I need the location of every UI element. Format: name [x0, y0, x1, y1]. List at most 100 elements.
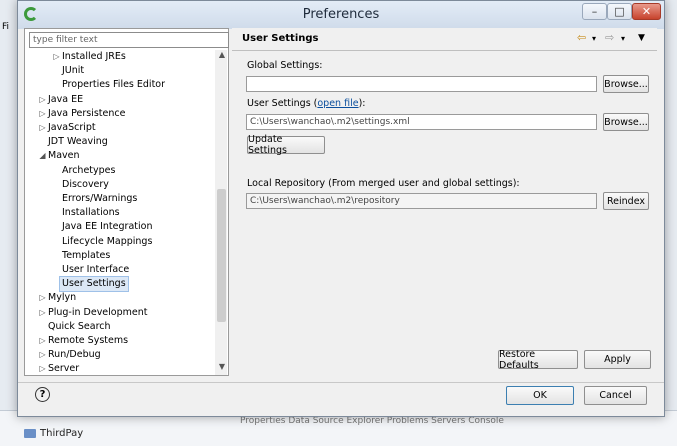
update-settings-button[interactable]: Update Settings — [247, 134, 325, 156]
close-button[interactable]: ✕ — [632, 3, 661, 20]
background-ide-right-strip — [663, 0, 677, 445]
expand-toggle-icon[interactable]: ▷ — [37, 93, 48, 107]
tree-item[interactable]: ▷ Run/Debug — [37, 348, 101, 362]
global-settings-field[interactable] — [246, 76, 597, 92]
tree-item[interactable]: ▷ Mylyn — [37, 291, 76, 305]
tree-item-label: Java EE — [48, 93, 84, 105]
title-bar: Preferences – □ ✕ — [18, 1, 664, 29]
tree-item[interactable]: ▷ JavaScript — [37, 121, 96, 135]
scroll-down-arrow-icon[interactable]: ▼ — [217, 362, 227, 371]
user-settings-field[interactable]: C:\Users\wanchao\.m2\settings.xml — [246, 114, 597, 130]
expand-toggle-icon[interactable]: ▷ — [37, 107, 48, 121]
view-menu-icon[interactable]: ▼ — [638, 33, 645, 43]
background-menu-letter: Fi — [2, 22, 10, 32]
tree-item-label: JUnit — [62, 65, 85, 77]
tree-item-label: Properties Files Editor — [62, 79, 166, 91]
tree-item[interactable]: User Interface — [51, 263, 129, 277]
expand-toggle-icon[interactable]: ▷ — [37, 121, 48, 135]
tree-scrollbar[interactable]: ▲ ▼ — [215, 50, 227, 375]
expand-toggle-icon[interactable]: ▷ — [37, 291, 48, 305]
forward-arrow-icon[interactable]: ⇨ — [605, 31, 614, 44]
tree-item[interactable]: ▷ Server — [37, 362, 79, 376]
folder-icon — [24, 429, 36, 438]
back-arrow-icon[interactable]: ⇦ — [577, 31, 586, 44]
user-settings-label-end: ): — [358, 98, 366, 109]
tree-item-label: Installations — [62, 207, 120, 219]
user-browse-button[interactable]: Browse... — [603, 113, 649, 131]
tree-item[interactable]: Errors/Warnings — [51, 192, 137, 206]
global-settings-label: Global Settings: — [247, 60, 323, 71]
page-title: User Settings — [242, 33, 319, 44]
tree-item-label: Remote Systems — [48, 335, 129, 346]
tree-item[interactable]: ◢ Maven — [37, 149, 80, 163]
expand-toggle-icon[interactable]: ▷ — [37, 362, 48, 376]
user-settings-label-text: User Settings ( — [247, 98, 318, 109]
tree-item[interactable]: ▷ Java EE — [37, 93, 83, 107]
open-file-link[interactable]: open file — [317, 98, 358, 109]
window-title: Preferences — [302, 7, 380, 22]
preferences-dialog: Preferences – □ ✕ ▷Installed JREsJUnitPr… — [17, 0, 665, 417]
expand-toggle-icon[interactable]: ▷ — [51, 50, 62, 64]
background-tree-label: ThirdPay — [40, 428, 84, 439]
header-separator — [232, 50, 657, 51]
global-browse-button[interactable]: Browse... — [603, 75, 649, 93]
restore-defaults-button[interactable]: Restore Defaults — [498, 349, 578, 371]
tree-item-label: Errors/Warnings — [62, 193, 138, 204]
tree-item[interactable]: Quick Search — [37, 320, 111, 334]
tree-item-label: Quick Search — [48, 320, 111, 332]
tree-item-label: Plug-in Development — [48, 306, 148, 318]
help-icon[interactable]: ? — [35, 387, 50, 402]
user-settings-label: User Settings (open file): — [247, 98, 366, 109]
tree-item[interactable]: ▷ Remote Systems — [37, 334, 128, 348]
preference-tree-pane: ▷Installed JREsJUnitProperties Files Edi… — [24, 28, 229, 376]
tree-item[interactable]: ▷ Plug-in Development — [37, 306, 147, 320]
tree-item[interactable]: Templates — [51, 249, 110, 263]
minimize-button[interactable]: – — [582, 3, 607, 20]
expand-toggle-icon[interactable]: ◢ — [37, 149, 48, 163]
tree-item[interactable]: Installations — [51, 206, 120, 220]
tree-item-label: Server — [48, 363, 80, 375]
filter-input[interactable] — [29, 32, 229, 48]
tree-item[interactable]: Java EE Integration — [51, 220, 152, 234]
expand-toggle-icon[interactable]: ▷ — [37, 306, 48, 320]
tree-item[interactable]: Lifecycle Mappings — [51, 235, 152, 249]
page-header: User Settings ⇦ ▾ ⇨ ▾ ▼ — [232, 28, 657, 48]
tree-item[interactable]: Archetypes — [51, 164, 115, 178]
tree-item-label: User Settings — [59, 276, 129, 293]
tree-item-label: Templates — [62, 249, 111, 261]
expand-toggle-icon[interactable]: ▷ — [37, 334, 48, 348]
cancel-button[interactable]: Cancel — [584, 386, 647, 405]
tree-item[interactable]: Discovery — [51, 178, 109, 192]
local-repository-field[interactable]: C:\Users\wanchao\.m2\repository — [246, 193, 597, 209]
tree-item[interactable]: JUnit — [51, 64, 84, 78]
tree-item[interactable]: User Settings — [51, 276, 129, 293]
tree-item-label: Java Persistence — [48, 107, 126, 119]
tree-item-label: Installed JREs — [62, 51, 126, 62]
tree-item[interactable]: ▷ Installed JREs — [51, 50, 126, 64]
background-tree-item: ThirdPay — [24, 428, 83, 439]
tree-item-label: Discovery — [62, 178, 109, 190]
tree-item[interactable]: JDT Weaving — [37, 135, 108, 149]
tree-item-label: Java EE Integration — [62, 221, 153, 233]
footer-separator — [18, 382, 664, 383]
tree-item-label: JDT Weaving — [48, 136, 108, 148]
tree-item-label: Run/Debug — [48, 349, 101, 361]
ok-button[interactable]: OK — [506, 386, 574, 405]
maximize-button[interactable]: □ — [607, 3, 632, 20]
tree-item-label: Maven — [48, 150, 80, 162]
expand-toggle-icon[interactable]: ▷ — [37, 348, 48, 362]
reindex-button[interactable]: Reindex — [603, 192, 649, 210]
scroll-thumb[interactable] — [217, 189, 226, 322]
tree-item-label: JavaScript — [48, 122, 96, 133]
preference-page: User Settings ⇦ ▾ ⇨ ▾ ▼ Global Settings:… — [232, 28, 657, 374]
apply-button[interactable]: Apply — [584, 350, 651, 369]
forward-history-dropdown-icon[interactable]: ▾ — [621, 34, 625, 43]
back-history-dropdown-icon[interactable]: ▾ — [592, 34, 596, 43]
local-repository-label: Local Repository (From merged user and g… — [247, 178, 520, 189]
tree-item[interactable]: Properties Files Editor — [51, 78, 165, 92]
tree-item[interactable]: ▷ Java Persistence — [37, 107, 125, 121]
background-tab-strip: Properties Data Source Explorer Problems… — [240, 416, 504, 426]
scroll-up-arrow-icon[interactable]: ▲ — [217, 50, 227, 59]
tree-item-label: Archetypes — [62, 164, 116, 176]
tree-item-label: Lifecycle Mappings — [62, 235, 153, 247]
